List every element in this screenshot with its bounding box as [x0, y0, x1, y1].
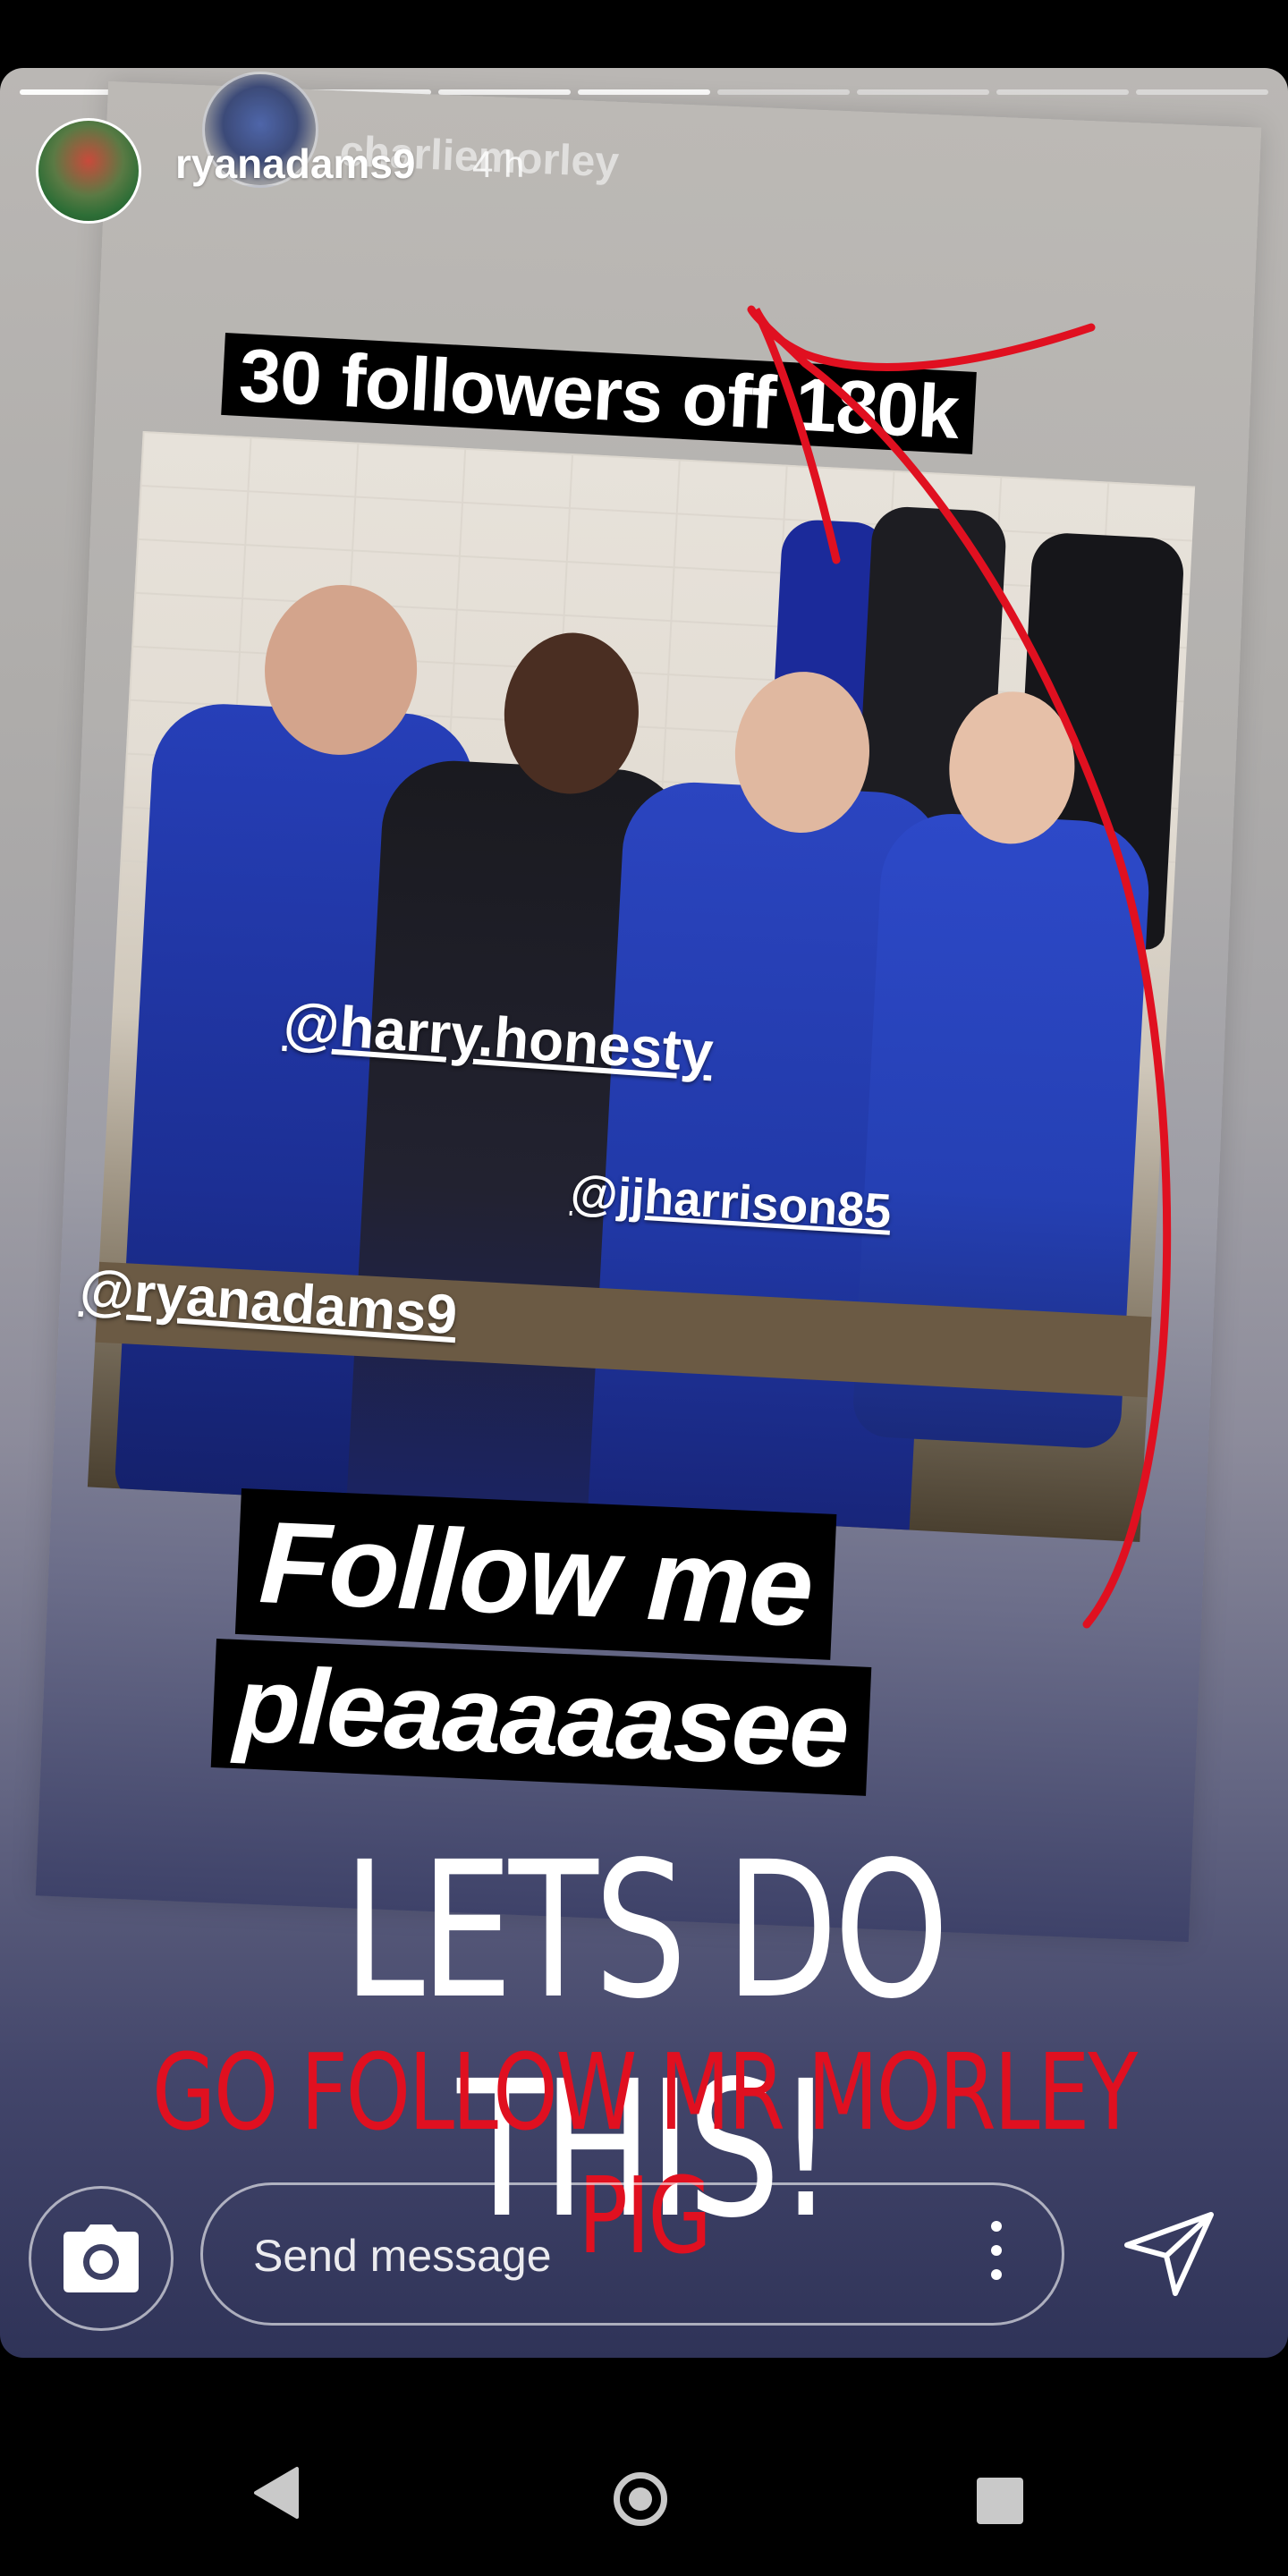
nav-back-icon[interactable]: [250, 2465, 301, 2521]
avatar[interactable]: [36, 118, 141, 224]
team-photo: [87, 430, 1196, 1543]
status-bar: [0, 0, 1288, 68]
send-message-input[interactable]: Send message: [200, 2182, 1064, 2326]
progress-segment: [717, 89, 850, 95]
story-viewer[interactable]: charliemorley ryanadams9 4 h 30 follower…: [0, 68, 1288, 2358]
send-icon: [1124, 2212, 1214, 2296]
nav-home-dot: [629, 2487, 652, 2511]
camera-button[interactable]: [29, 2186, 174, 2331]
more-vertical-icon[interactable]: [990, 2221, 1003, 2289]
progress-segment: [996, 89, 1129, 95]
send-message-placeholder: Send message: [253, 2231, 552, 2281]
nav-home-icon[interactable]: [614, 2472, 667, 2526]
system-nav-bar: [0, 2358, 1288, 2576]
progress-segment: [1136, 89, 1268, 95]
send-button[interactable]: [1122, 2209, 1220, 2299]
story-username[interactable]: ryanadams9: [175, 140, 416, 188]
follow-me-sticker: Follow me: [234, 1488, 836, 1660]
nav-recents-icon[interactable]: [977, 2478, 1023, 2524]
progress-segment: [857, 89, 989, 95]
story-timestamp: 4 h: [472, 143, 525, 185]
progress-segment: [578, 89, 710, 95]
camera-icon: [64, 2224, 139, 2292]
progress-segment: [438, 89, 571, 95]
